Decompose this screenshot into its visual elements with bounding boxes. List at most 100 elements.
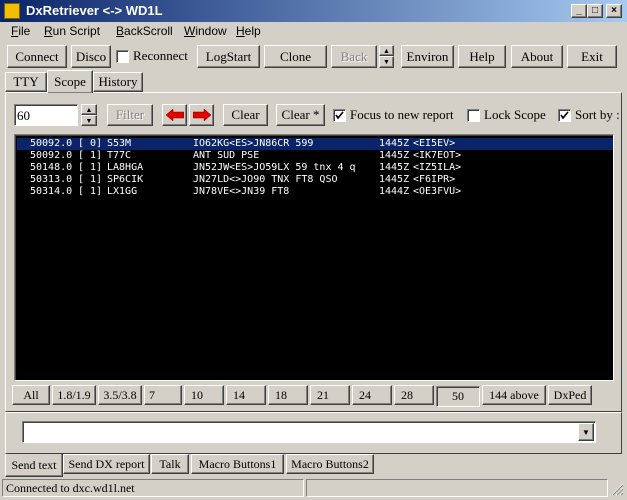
spot-time: 1445Z: [379, 174, 410, 185]
reconnect-checkbox[interactable]: [116, 50, 129, 63]
resize-grip-icon: [611, 483, 624, 496]
tab-history[interactable]: History: [93, 72, 143, 92]
clear-button[interactable]: Clear: [223, 104, 268, 126]
menu-run-script[interactable]: Run Script: [44, 24, 100, 38]
clone-button[interactable]: Clone: [264, 45, 327, 68]
spot-spotter: <IZ5ILA>: [413, 162, 462, 173]
count-spin-up[interactable]: ▲: [81, 104, 97, 115]
send-dropdown-button[interactable]: ▼: [578, 423, 594, 441]
tab-scope[interactable]: Scope: [47, 70, 93, 93]
sort-checkbox[interactable]: [558, 109, 571, 122]
close-button[interactable]: ×: [606, 4, 622, 18]
spot-row[interactable]: 50314.0 [ 1] LX1GG JN78VE<>JN39 FT8 1444Z <OE…: [17, 186, 613, 198]
focus-checkbox[interactable]: [333, 109, 346, 122]
spot-freq: 50313.0: [30, 174, 73, 185]
exit-button[interactable]: Exit: [567, 45, 617, 68]
count-spin-down[interactable]: ▼: [81, 115, 97, 126]
spot-time: 1445Z: [379, 138, 410, 149]
spot-call: S53M: [107, 138, 132, 149]
spot-call: SP6CIK: [107, 174, 144, 185]
tab-macro-buttons1[interactable]: Macro Buttons1: [191, 454, 284, 474]
spot-comment: IO62KG<ES>JN86CR 599: [193, 138, 314, 149]
menu-help[interactable]: Help: [236, 24, 261, 38]
maximize-button[interactable]: □: [587, 4, 603, 18]
arrow-left-icon: [165, 109, 184, 121]
arrow-up-icon: ▲: [85, 105, 93, 114]
spot-spotter: <IK7EOT>: [413, 150, 462, 161]
tab-talk[interactable]: Talk: [151, 454, 189, 474]
menu-backscroll[interactable]: BackScroll: [116, 24, 173, 38]
band-10m[interactable]: 28: [394, 385, 434, 405]
tab-macro-buttons2[interactable]: Macro Buttons2: [286, 454, 374, 474]
back-spin-down[interactable]: ▼: [379, 56, 394, 68]
filter-button[interactable]: Filter: [107, 104, 153, 126]
spot-spotter: <F6IPR>: [413, 174, 456, 185]
disco-button[interactable]: Disco: [71, 45, 111, 68]
chevron-down-icon: ▼: [582, 427, 590, 437]
next-arrow-button[interactable]: [189, 104, 214, 126]
help-button[interactable]: Help: [458, 45, 506, 68]
lock-scope-checkbox[interactable]: [467, 109, 480, 122]
back-spin-up[interactable]: ▲: [379, 45, 394, 56]
count-input[interactable]: 60: [14, 104, 78, 126]
menu-window[interactable]: Window: [184, 24, 227, 38]
band-15m[interactable]: 21: [310, 385, 350, 405]
minimize-button[interactable]: _: [571, 4, 587, 18]
resize-grip[interactable]: [610, 482, 624, 496]
clear-star-button[interactable]: Clear *: [276, 104, 325, 126]
app-icon[interactable]: [4, 3, 20, 19]
spot-freq: 50092.0: [30, 150, 73, 161]
spot-row[interactable]: 50313.0 [ 1] SP6CIK JN27LD<>JO90 TNX FT8 QS…: [17, 174, 613, 186]
logstart-button[interactable]: LogStart: [197, 45, 260, 68]
status-text: Connected to dxc.wd1l.net: [2, 479, 304, 497]
environ-button[interactable]: Environ: [401, 45, 454, 68]
connect-button[interactable]: Connect: [7, 45, 67, 68]
band-144-above[interactable]: 144 above: [482, 385, 546, 405]
band-all[interactable]: All: [12, 385, 50, 405]
spot-row[interactable]: 50092.0 [ 0] S53M IO62KG<ES>JN86CR 599 1445Z…: [17, 138, 613, 150]
band-dxped[interactable]: DxPed: [548, 385, 592, 405]
spot-spotter: <EI5EV>: [413, 138, 456, 149]
spot-call: LA8HGA: [107, 162, 144, 173]
spot-count: [ 1]: [78, 186, 103, 197]
spot-row[interactable]: 50148.0 [ 1] LA8HGA JN52JW<ES>JO59LX 59 tnx…: [17, 162, 613, 174]
band-30m[interactable]: 10: [184, 385, 224, 405]
arrow-right-icon: [192, 109, 211, 121]
band-40m[interactable]: 7: [144, 385, 182, 405]
prev-arrow-button[interactable]: [162, 104, 187, 126]
band-12m[interactable]: 24: [352, 385, 392, 405]
menu-file[interactable]: File: [11, 24, 30, 38]
spot-call: T77C: [107, 150, 132, 161]
arrow-up-icon: ▲: [383, 46, 390, 55]
spot-count: [ 0]: [78, 138, 103, 149]
band-6m[interactable]: 50: [436, 386, 480, 407]
spot-comment: JN27LD<>JO90 TNX FT8 QSO: [193, 174, 338, 185]
tab-send-text[interactable]: Send text: [5, 454, 63, 477]
sort-label: Sort by :: [575, 107, 620, 122]
spot-comment: JN78VE<>JN39 FT8: [193, 186, 290, 197]
spot-count: [ 1]: [78, 162, 103, 173]
arrow-down-icon: ▼: [383, 58, 390, 66]
band-80m[interactable]: 3.5/3.8: [98, 385, 142, 405]
tab-send-dx-report[interactable]: Send DX report: [63, 454, 150, 474]
tab-tty[interactable]: TTY: [5, 72, 47, 92]
spot-time: 1444Z: [379, 186, 410, 197]
band-17m[interactable]: 18: [268, 385, 308, 405]
focus-label: Focus to new report: [350, 107, 454, 122]
band-160m[interactable]: 1.8/1.9: [52, 385, 96, 405]
spot-call: LX1GG: [107, 186, 138, 197]
arrow-down-icon: ▼: [85, 116, 93, 125]
spot-count: [ 1]: [78, 174, 103, 185]
spot-spotter: <OE3FVU>: [413, 186, 462, 197]
checkmark-icon: [560, 111, 569, 120]
spot-freq: 50314.0: [30, 186, 73, 197]
back-button[interactable]: Back: [331, 45, 377, 68]
about-button[interactable]: About: [511, 45, 563, 68]
spot-row[interactable]: 50092.0 [ 1] T77C ANT SUD PSE 1445Z <IK7EOT>: [17, 150, 613, 162]
spot-list[interactable]: 50092.0 [ 0] S53M IO62KG<ES>JN86CR 599 1445Z…: [14, 134, 614, 381]
checkmark-icon: [335, 111, 344, 120]
send-text-input[interactable]: [22, 421, 596, 443]
spot-freq: 50092.0: [30, 138, 73, 149]
band-20m[interactable]: 14: [226, 385, 266, 405]
menu-bar: File Run Script BackScroll Window Help: [0, 22, 627, 40]
